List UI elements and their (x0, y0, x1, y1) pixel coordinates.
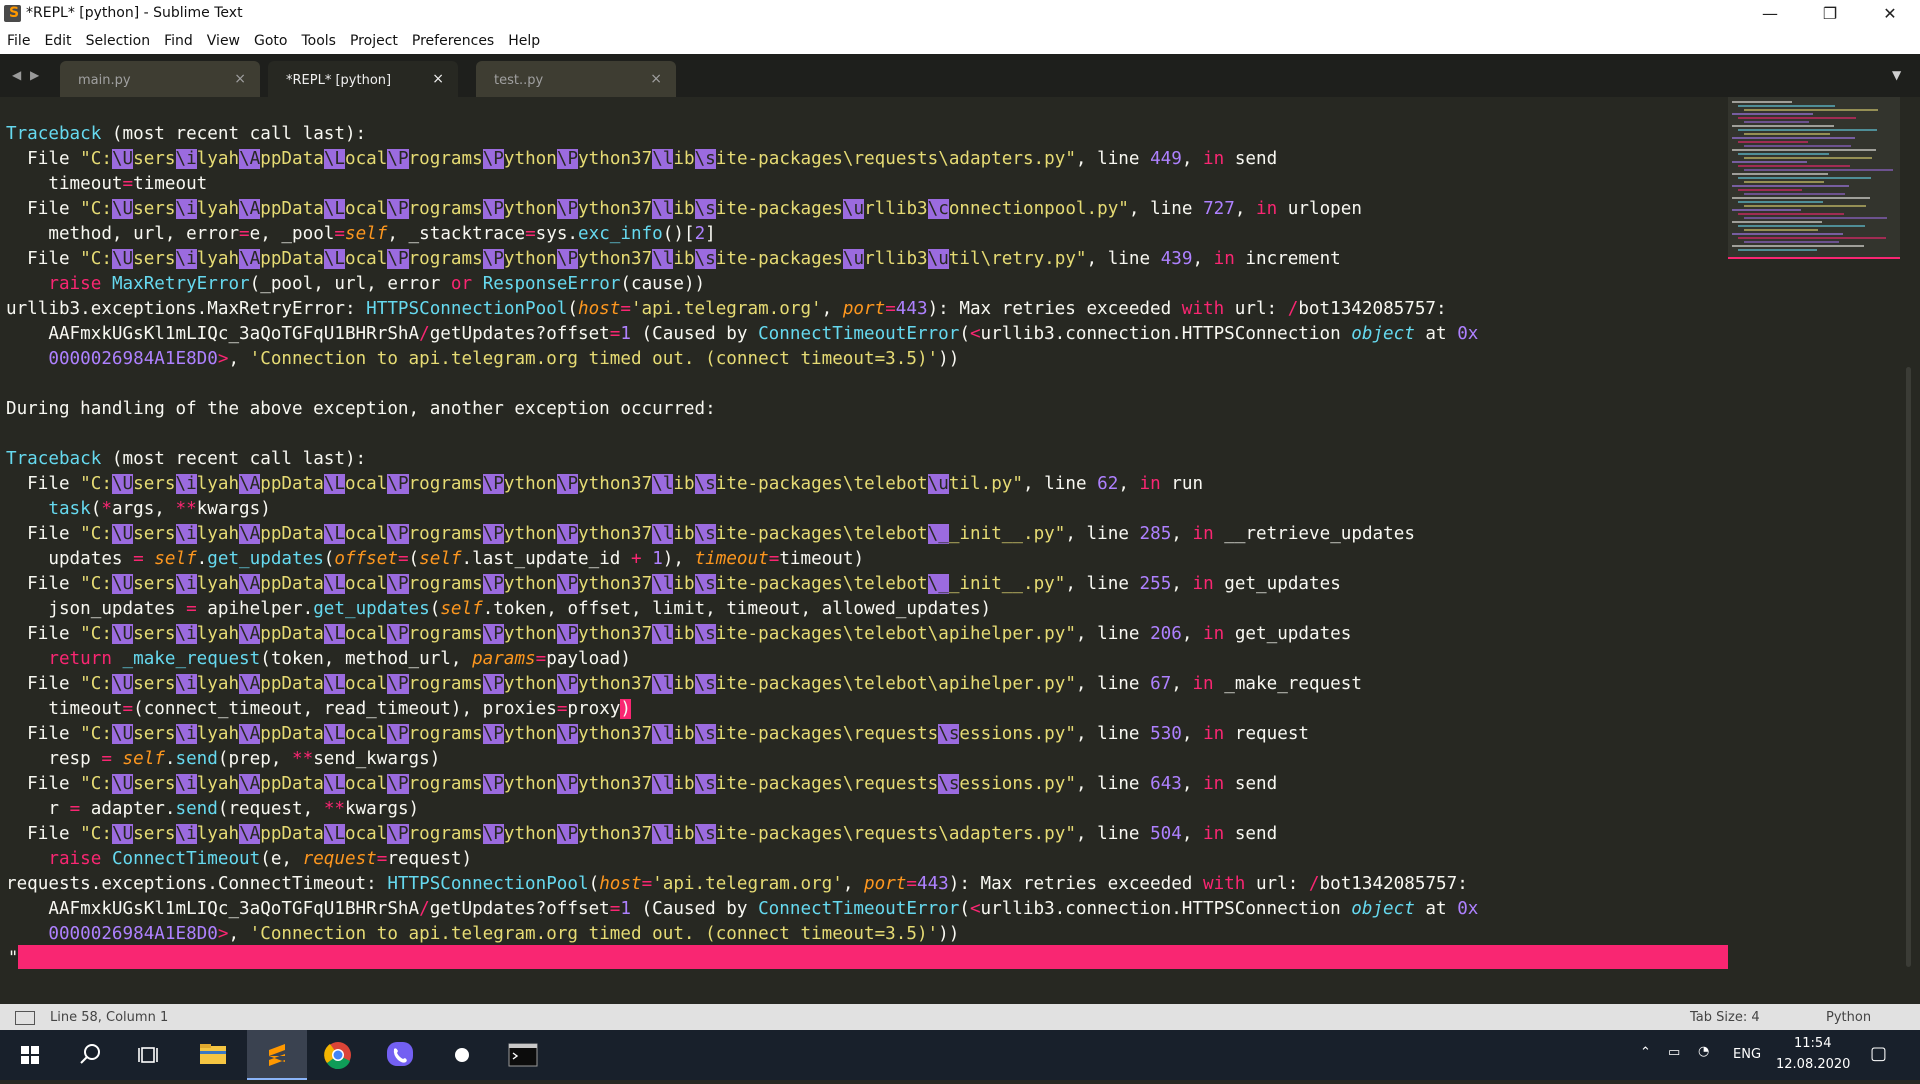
menu-selection[interactable]: Selection (79, 28, 158, 54)
sublime-text-icon: S (4, 5, 21, 22)
minimap-line (1732, 101, 1792, 103)
minimap-line (1732, 149, 1876, 151)
tab-repl-python[interactable]: *REPL* [python] × (268, 61, 458, 97)
close-button[interactable]: ✕ (1860, 0, 1920, 28)
minimap-line (1738, 153, 1829, 155)
menu-file[interactable]: File (0, 28, 37, 54)
tab-bar: ◀ ▶ main.py × *REPL* [python] × test..py… (0, 54, 1920, 97)
scrollbar-thumb[interactable] (1906, 367, 1911, 967)
minimap-line (1732, 125, 1834, 127)
minimap-line (1738, 237, 1886, 239)
show-hidden-icons-icon[interactable]: ⌃ (1640, 1045, 1651, 1060)
minimap-line (1738, 141, 1808, 143)
minimap-line (1744, 109, 1878, 111)
minimap-line (1732, 197, 1870, 199)
minimap-line (1744, 157, 1872, 159)
minimap-highlight-line (1728, 257, 1900, 259)
menu-goto[interactable]: Goto (247, 28, 294, 54)
minimap-line (1744, 205, 1866, 207)
minimap-line (1744, 133, 1830, 135)
vertical-scrollbar[interactable] (1900, 97, 1920, 1004)
terminal-icon[interactable] (493, 1030, 553, 1080)
minimap-line (1744, 241, 1839, 243)
clock-time[interactable]: 11:54 (1794, 1036, 1831, 1051)
search-icon[interactable] (60, 1030, 120, 1080)
status-bar: Line 58, Column 1 Tab Size: 4 Python (0, 1004, 1920, 1030)
tab-back-arrow-icon[interactable]: ◀ (12, 68, 21, 82)
clock-date[interactable]: 12.08.2020 (1776, 1057, 1850, 1072)
menu-preferences[interactable]: Preferences (405, 28, 501, 54)
menu-find[interactable]: Find (157, 28, 200, 54)
minimap-line (1738, 201, 1823, 203)
tab-list-dropdown-icon[interactable]: ▼ (1892, 68, 1901, 82)
menu-edit[interactable]: Edit (37, 28, 78, 54)
chrome-icon[interactable] (308, 1030, 368, 1080)
minimap[interactable] (1728, 97, 1900, 1004)
minimap-line (1732, 185, 1849, 187)
window-title: *REPL* [python] - Sublime Text (26, 5, 243, 21)
minimap-line (1732, 113, 1813, 115)
tab-size[interactable]: Tab Size: 4 (1690, 1010, 1760, 1025)
maximize-button[interactable]: ❐ (1800, 0, 1860, 28)
minimap-line (1732, 245, 1864, 247)
wifi-icon[interactable]: ◔ (1698, 1044, 1709, 1059)
tab-label: main.py (78, 73, 131, 88)
menu-project[interactable]: Project (343, 28, 405, 54)
minimap-line (1744, 229, 1818, 231)
minimap-line (1744, 193, 1845, 195)
tab-close-icon[interactable]: × (234, 71, 246, 87)
minimap-line (1738, 117, 1856, 119)
minimize-button[interactable]: — (1740, 0, 1800, 28)
battery-icon[interactable]: ▭ (1668, 1045, 1680, 1060)
notifications-icon[interactable]: ▢ (1870, 1043, 1887, 1064)
syntax-mode[interactable]: Python (1826, 1010, 1871, 1025)
minimap-line (1738, 189, 1802, 191)
panel-toggle-icon[interactable] (15, 1011, 35, 1025)
app-circle-icon[interactable] (432, 1030, 492, 1080)
minimap-line (1744, 121, 1809, 123)
minimap-line (1732, 173, 1828, 175)
menu-help[interactable]: Help (501, 28, 547, 54)
file-explorer-icon[interactable] (183, 1030, 243, 1080)
tab-close-icon[interactable]: × (432, 71, 444, 87)
task-view-icon[interactable] (120, 1030, 180, 1080)
minimap-line (1738, 213, 1844, 215)
minimap-line (1744, 169, 1893, 171)
minimap-line (1744, 217, 1887, 219)
windows-start-icon[interactable] (0, 1030, 60, 1080)
sublime-text-taskbar-icon[interactable] (247, 1030, 307, 1080)
minimap-line (1738, 249, 1817, 251)
minimap-line (1744, 145, 1851, 147)
minimap-line (1732, 221, 1822, 223)
menu-tools[interactable]: Tools (294, 28, 343, 54)
minimap-line (1732, 233, 1843, 235)
tab-label: *REPL* [python] (286, 73, 392, 88)
menu-view[interactable]: View (200, 28, 247, 54)
text-cursor: " (8, 948, 19, 968)
editor-area[interactable]: Traceback (most recent call last): File … (0, 97, 1728, 1004)
minimap-line (1732, 209, 1801, 211)
tab-forward-arrow-icon[interactable]: ▶ (30, 68, 39, 82)
minimap-line (1744, 181, 1824, 183)
taskbar: ⌃ ▭ ◔ ENG 11:54 12.08.2020 ▢ (0, 1030, 1920, 1080)
tab-close-icon[interactable]: × (650, 71, 662, 87)
tab-label: test..py (494, 73, 544, 88)
tab-test-py[interactable]: test..py × (476, 61, 676, 97)
minimap-line (1732, 161, 1807, 163)
menu-bar: File Edit Selection Find View Goto Tools Projec… (0, 28, 1920, 55)
cursor-position[interactable]: Line 58, Column 1 (50, 1010, 168, 1025)
minimap-line (1738, 105, 1835, 107)
minimap-line (1732, 137, 1855, 139)
minimap-line (1738, 225, 1865, 227)
minimap-line (1738, 129, 1877, 131)
invalid-string-highlight (18, 945, 1728, 969)
title-bar: S *REPL* [python] - Sublime Text — ❐ ✕ (0, 0, 1920, 28)
minimap-line (1738, 177, 1871, 179)
input-language[interactable]: ENG (1733, 1047, 1761, 1062)
viber-icon[interactable] (370, 1030, 430, 1080)
minimap-line (1738, 165, 1850, 167)
tab-main-py[interactable]: main.py × (60, 61, 260, 97)
repl-output: Traceback (most recent call last): File … (6, 124, 1479, 944)
